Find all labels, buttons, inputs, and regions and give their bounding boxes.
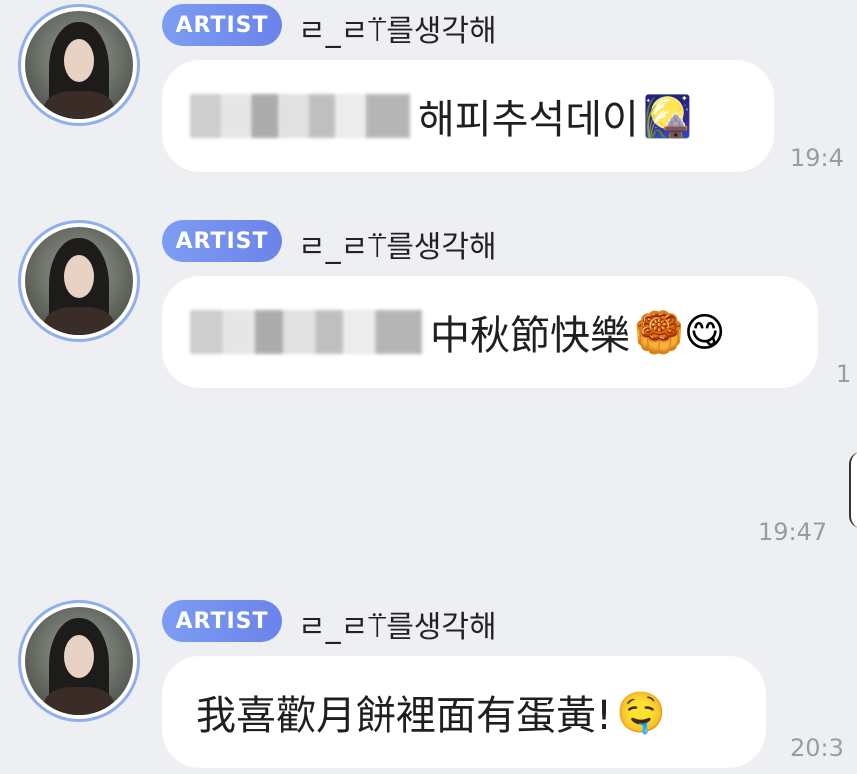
redacted-text — [190, 94, 410, 138]
avatar-photo — [25, 11, 133, 119]
redacted-text — [190, 310, 422, 354]
moon-viewing-icon: 🎑 — [642, 93, 693, 140]
avatar[interactable] — [18, 220, 140, 342]
drooling-face-icon: 🤤 — [616, 689, 666, 736]
message-bubble[interactable]: 中秋節快樂 🥮😋 — [162, 276, 818, 388]
message-bubble-edge[interactable] — [849, 452, 857, 528]
message-time: 19:4 — [790, 144, 844, 172]
message-text: 我喜歡月餅裡面有蛋黃! — [196, 693, 613, 739]
message-time: 19:47 — [758, 518, 828, 546]
artist-badge: ARTIST — [162, 600, 282, 642]
avatar-photo — [25, 607, 133, 715]
message-bubble[interactable]: 我喜歡月餅裡面有蛋黃! 🤤 — [162, 656, 766, 768]
sender-nickname[interactable]: ㄹ_ㄹ⍡를생각해 — [298, 6, 497, 50]
mooncake-and-yum-face-icon: 🥮😋 — [634, 309, 726, 356]
avatar-photo — [25, 227, 133, 335]
message-text: 해피추석데이 — [418, 97, 639, 143]
message-time: 1 — [836, 360, 852, 388]
avatar[interactable] — [18, 600, 140, 722]
avatar[interactable] — [18, 4, 140, 126]
artist-badge: ARTIST — [162, 220, 282, 262]
artist-badge: ARTIST — [162, 4, 282, 46]
message-text: 中秋節快樂 — [430, 313, 630, 359]
message-time: 20:3 — [790, 734, 844, 762]
message-bubble[interactable]: 해피추석데이 🎑 — [162, 60, 774, 172]
sender-nickname[interactable]: ㄹ_ㄹ⍡를생각해 — [298, 602, 497, 646]
sender-nickname[interactable]: ㄹ_ㄹ⍡를생각해 — [298, 222, 497, 266]
